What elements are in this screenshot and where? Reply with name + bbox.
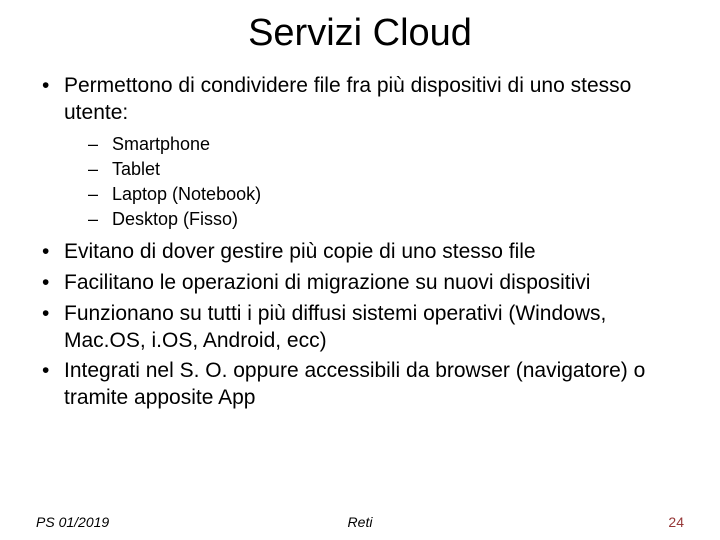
sub-item: Tablet [88,158,684,181]
sub-item: Smartphone [88,133,684,156]
sub-list: Smartphone Tablet Laptop (Notebook) Desk… [88,133,684,231]
footer: PS 01/2019 Reti 24 [36,514,684,530]
bullet-item: Facilitano le operazioni di migrazione s… [36,270,684,297]
bullet-item: Funzionano su tutti i più diffusi sistem… [36,301,684,355]
sub-item: Laptop (Notebook) [88,183,684,206]
slide-title: Servizi Cloud [36,12,684,55]
sub-item: Desktop (Fisso) [88,208,684,231]
bullet-list: Permettono di condividere file fra più d… [36,73,684,412]
slide: Servizi Cloud Permettono di condividere … [0,0,720,540]
bullet-item: Evitano di dover gestire più copie di un… [36,239,684,266]
bullet-item: Permettono di condividere file fra più d… [36,73,684,231]
footer-center: Reti [36,514,684,530]
bullet-item: Integrati nel S. O. oppure accessibili d… [36,358,684,412]
bullet-text: Permettono di condividere file fra più d… [64,74,631,124]
